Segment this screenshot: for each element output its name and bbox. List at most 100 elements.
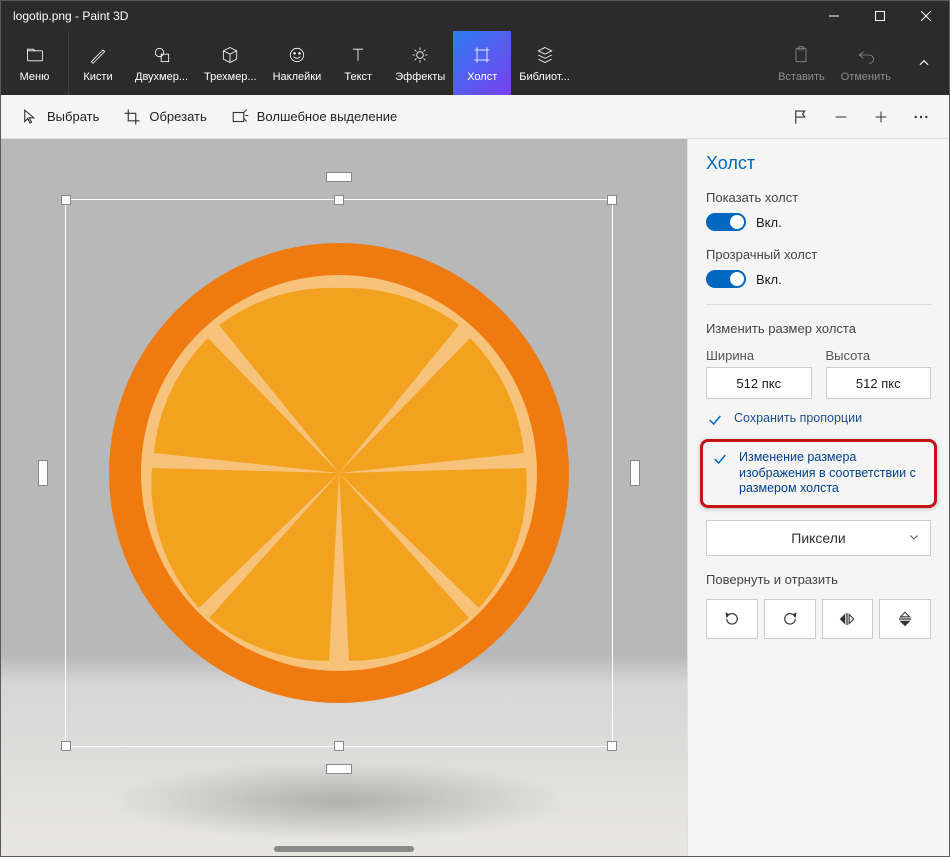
menu-button[interactable]: Меню	[1, 31, 69, 95]
flip-vertical-button[interactable]	[879, 599, 931, 639]
crop-label: Обрезать	[149, 109, 206, 124]
canvas-button[interactable]: Холст	[453, 31, 511, 95]
brush-icon	[88, 43, 108, 67]
resize-handle-sw[interactable]	[61, 741, 71, 751]
maximize-button[interactable]	[857, 1, 903, 31]
stickers-icon	[287, 43, 307, 67]
rotate-ccw-button[interactable]	[706, 599, 758, 639]
units-dropdown[interactable]: Пиксели	[706, 520, 931, 556]
zoom-out-button[interactable]	[821, 95, 861, 139]
plus-icon	[873, 109, 889, 125]
edge-handle-w[interactable]	[38, 460, 48, 486]
check-icon	[706, 411, 724, 429]
shapes3d-button[interactable]: Трехмер...	[196, 31, 265, 95]
cursor-icon	[21, 108, 39, 126]
sub-toolbar: Выбрать Обрезать Волшебное выделение	[1, 95, 949, 139]
flag-icon	[792, 108, 810, 126]
resize-image-label: Изменение размера изображения в соответс…	[739, 450, 926, 497]
minimize-button[interactable]	[811, 1, 857, 31]
resize-handle-nw[interactable]	[61, 195, 71, 205]
canvas-selection[interactable]	[65, 199, 613, 747]
paste-button[interactable]: Вставить	[770, 31, 833, 95]
width-input[interactable]: 512 пкс	[706, 367, 812, 399]
magic-label: Волшебное выделение	[257, 109, 398, 124]
app-window: logotip.png - Paint 3D Меню Кисти Двухме…	[0, 0, 950, 857]
more-icon	[912, 108, 930, 126]
shapes3d-icon	[220, 43, 240, 67]
ribbon-toolbar: Меню Кисти Двухмер... Трехмер... Наклейк…	[1, 31, 949, 95]
divider	[706, 304, 931, 305]
chevron-up-icon	[917, 56, 931, 70]
rotate-ccw-icon	[723, 610, 741, 628]
close-button[interactable]	[903, 1, 949, 31]
lock-aspect-checkbox[interactable]: Сохранить пропорции	[706, 411, 931, 429]
check-icon	[711, 450, 729, 468]
library-icon	[535, 43, 555, 67]
flip-vertical-icon	[896, 610, 914, 628]
canvas-icon	[472, 43, 492, 67]
shapes2d-button[interactable]: Двухмер...	[127, 31, 196, 95]
select-label: Выбрать	[47, 109, 99, 124]
transparent-canvas-state: Вкл.	[756, 272, 782, 287]
rotate-cw-icon	[781, 610, 799, 628]
effects-icon	[410, 43, 430, 67]
edge-handle-e[interactable]	[630, 460, 640, 486]
undo-icon	[856, 43, 876, 67]
resize-image-checkbox[interactable]: Изменение размера изображения в соответс…	[711, 450, 926, 497]
more-button[interactable]	[901, 95, 941, 139]
effects-label: Эффекты	[395, 71, 445, 83]
resize-handle-n[interactable]	[334, 195, 344, 205]
crop-icon	[123, 108, 141, 126]
shapes2d-icon	[152, 43, 172, 67]
edge-handle-n[interactable]	[326, 172, 352, 182]
folder-icon	[25, 43, 45, 67]
text-icon	[348, 43, 368, 67]
brushes-button[interactable]: Кисти	[69, 31, 127, 95]
show-canvas-label: Показать холст	[706, 190, 931, 205]
shapes3d-label: Трехмер...	[204, 71, 257, 83]
magic-select-icon	[231, 108, 249, 126]
window-title: logotip.png - Paint 3D	[1, 9, 811, 23]
show-canvas-state: Вкл.	[756, 215, 782, 230]
text-button[interactable]: Текст	[329, 31, 387, 95]
titlebar: logotip.png - Paint 3D	[1, 1, 949, 31]
resize-canvas-title: Изменить размер холста	[706, 321, 931, 336]
select-tool-button[interactable]: Выбрать	[9, 95, 111, 139]
rotate-flip-title: Повернуть и отразить	[706, 572, 931, 587]
flip-horizontal-button[interactable]	[822, 599, 874, 639]
crop-tool-button[interactable]: Обрезать	[111, 95, 218, 139]
edge-handle-s[interactable]	[326, 764, 352, 774]
height-label: Высота	[826, 348, 932, 363]
paste-label: Вставить	[778, 71, 825, 83]
undo-button[interactable]: Отменить	[833, 31, 899, 95]
body-area: Холст Показать холст Вкл. Прозрачный хол…	[1, 139, 949, 856]
brushes-label: Кисти	[83, 71, 112, 83]
menu-label: Меню	[20, 71, 50, 83]
horizontal-scrollbar[interactable]	[274, 846, 414, 852]
resize-handle-s[interactable]	[334, 741, 344, 751]
units-value: Пиксели	[791, 530, 845, 546]
transparent-canvas-label: Прозрачный холст	[706, 247, 931, 262]
canvas-viewport[interactable]	[1, 139, 687, 856]
view3d-button[interactable]	[781, 95, 821, 139]
side-panel: Холст Показать холст Вкл. Прозрачный хол…	[687, 139, 949, 856]
ribbon-collapse-button[interactable]	[899, 31, 949, 95]
rotate-cw-button[interactable]	[764, 599, 816, 639]
effects-button[interactable]: Эффекты	[387, 31, 453, 95]
lock-aspect-label: Сохранить пропорции	[734, 411, 862, 427]
magic-select-button[interactable]: Волшебное выделение	[219, 95, 410, 139]
resize-handle-ne[interactable]	[607, 195, 617, 205]
canvas-label: Холст	[467, 71, 497, 83]
shapes2d-label: Двухмер...	[135, 71, 188, 83]
show-canvas-toggle[interactable]	[706, 213, 746, 231]
resize-handle-se[interactable]	[607, 741, 617, 751]
library-button[interactable]: Библиот...	[511, 31, 578, 95]
stickers-label: Наклейки	[273, 71, 322, 83]
text-label: Текст	[344, 71, 372, 83]
flip-horizontal-icon	[838, 610, 856, 628]
stickers-button[interactable]: Наклейки	[265, 31, 330, 95]
zoom-in-button[interactable]	[861, 95, 901, 139]
highlight-annotation: Изменение размера изображения в соответс…	[700, 439, 937, 508]
transparent-canvas-toggle[interactable]	[706, 270, 746, 288]
height-input[interactable]: 512 пкс	[826, 367, 932, 399]
